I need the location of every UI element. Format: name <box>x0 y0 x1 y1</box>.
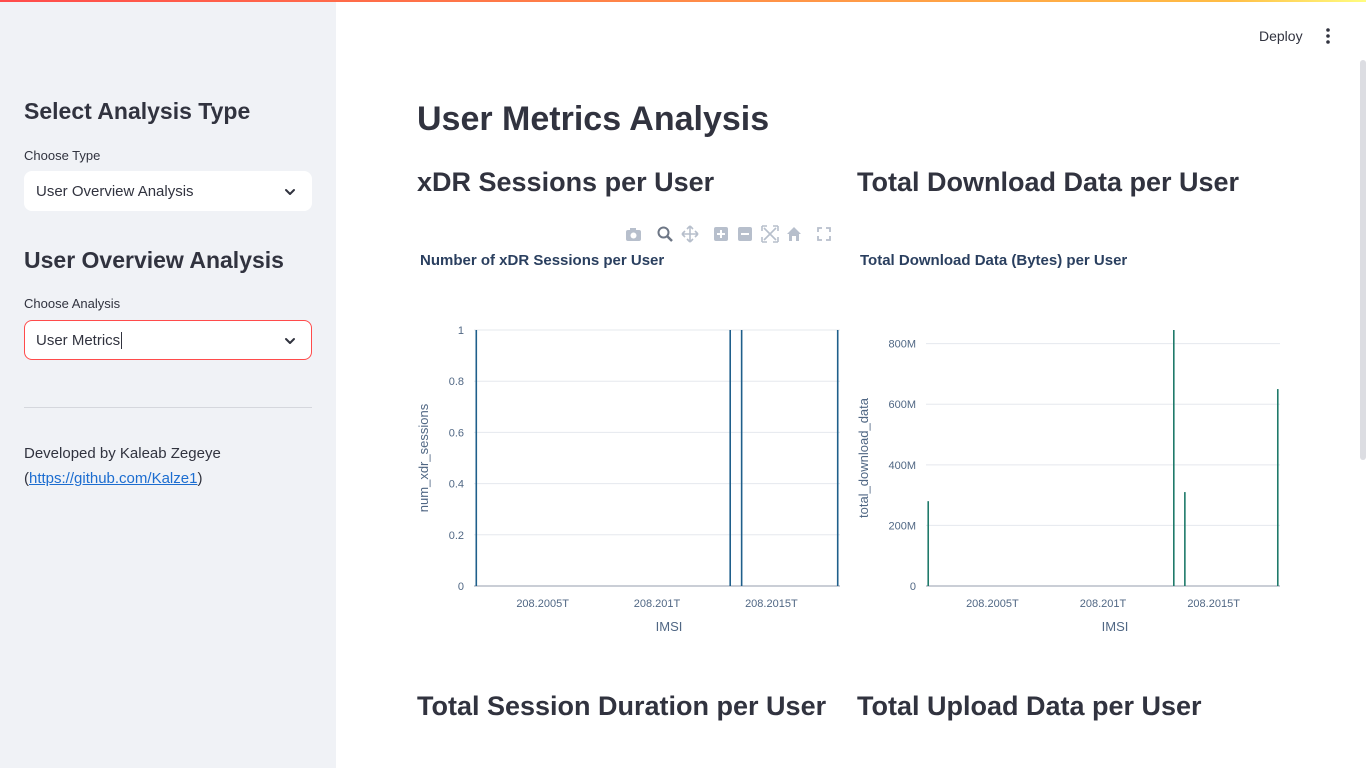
fullscreen-icon[interactable] <box>817 227 831 241</box>
deploy-button[interactable]: Deploy <box>1259 28 1303 44</box>
choose-type-value: User Overview Analysis <box>36 182 194 200</box>
zoom-out-icon[interactable] <box>738 227 752 241</box>
github-link[interactable]: https://github.com/Kalze1 <box>29 470 197 487</box>
x-axis-title: IMSI <box>656 619 683 634</box>
sidebar-heading-user-overview: User Overview Analysis <box>24 247 284 273</box>
x-axis-title: IMSI <box>1102 619 1129 634</box>
chevron-down-icon <box>285 338 295 344</box>
y-tick-label: 0.6 <box>449 427 464 439</box>
choose-type-select[interactable]: User Overview Analysis <box>24 171 312 211</box>
bar[interactable] <box>475 330 478 586</box>
section-heading-xdr: xDR Sessions per User <box>417 167 715 197</box>
x-tick-label: 208.201T <box>1080 598 1127 610</box>
pan-icon[interactable] <box>681 225 699 243</box>
y-tick-label: 400M <box>888 460 916 472</box>
x-tick-label: 208.2005T <box>516 598 569 610</box>
bar[interactable] <box>1173 330 1175 586</box>
bar[interactable] <box>1184 492 1186 586</box>
x-tick-label: 208.2015T <box>1187 598 1240 610</box>
section-heading-upload: Total Upload Data per User <box>857 691 1202 721</box>
developer-credit: Developed by Kaleab Zegeye <box>24 445 221 462</box>
page-title: User Metrics Analysis <box>417 100 770 138</box>
section-heading-duration: Total Session Duration per User <box>417 691 827 721</box>
y-tick-label: 800M <box>888 339 916 351</box>
y-tick-label: 0.8 <box>449 376 464 388</box>
choose-type-label: Choose Type <box>24 148 101 163</box>
y-axis-title: num_xdr_sessions <box>416 403 431 512</box>
text-cursor <box>121 331 123 349</box>
bar[interactable] <box>836 330 839 586</box>
reset-axes-icon[interactable] <box>787 227 801 241</box>
y-tick-label: 0.4 <box>449 479 464 491</box>
y-tick-label: 200M <box>888 520 916 532</box>
y-tick-label: 0 <box>910 581 916 593</box>
zoom-in-icon[interactable] <box>714 227 728 241</box>
chart-title-xdr: Number of xDR Sessions per User <box>420 252 665 269</box>
choose-analysis-select[interactable]: User Metrics <box>24 320 312 360</box>
x-tick-label: 208.201T <box>634 598 681 610</box>
bar[interactable] <box>740 330 743 586</box>
choose-analysis-label: Choose Analysis <box>24 296 121 311</box>
paren-close: ) <box>197 470 203 487</box>
chevron-down-icon <box>285 189 295 195</box>
y-tick-label: 0.2 <box>449 530 464 542</box>
y-tick-label: 0 <box>458 581 464 593</box>
choose-analysis-value: User Metrics <box>36 331 121 349</box>
x-tick-label: 208.2015T <box>745 598 798 610</box>
top-accent-bar <box>0 0 1366 2</box>
bar[interactable] <box>1276 389 1279 586</box>
camera-icon[interactable] <box>626 228 641 241</box>
chart-title-download: Total Download Data (Bytes) per User <box>860 252 1128 269</box>
chart-modebar <box>620 224 840 244</box>
zoom-icon[interactable] <box>657 226 673 242</box>
sidebar-divider <box>24 407 312 408</box>
x-tick-label: 208.2005T <box>966 598 1019 610</box>
bar[interactable] <box>927 501 930 586</box>
kebab-menu-icon[interactable] <box>1322 27 1334 45</box>
y-tick-label: 600M <box>888 399 916 411</box>
main-scrollbar[interactable] <box>1360 60 1366 460</box>
chart-xdr-sessions[interactable]: 0 0.2 0.4 0.6 0.8 1 208.2005T 208.201T 208.2015T… <box>412 300 852 645</box>
y-tick-label: 1 <box>458 325 464 337</box>
sidebar-heading-analysis-type: Select Analysis Type <box>24 98 251 124</box>
bar[interactable] <box>729 330 731 586</box>
section-heading-download: Total Download Data per User <box>857 167 1240 197</box>
developer-link-line: (https://github.com/Kalze1) <box>24 470 202 487</box>
y-axis-title: total_download_data <box>856 397 871 518</box>
sidebar: Select Analysis Type Choose Type User Ov… <box>0 0 336 768</box>
autoscale-icon[interactable] <box>761 225 779 243</box>
chart-download-data[interactable]: 0 200M 400M 600M 800M 208.2005T 208.201T 208.20… <box>852 300 1292 645</box>
